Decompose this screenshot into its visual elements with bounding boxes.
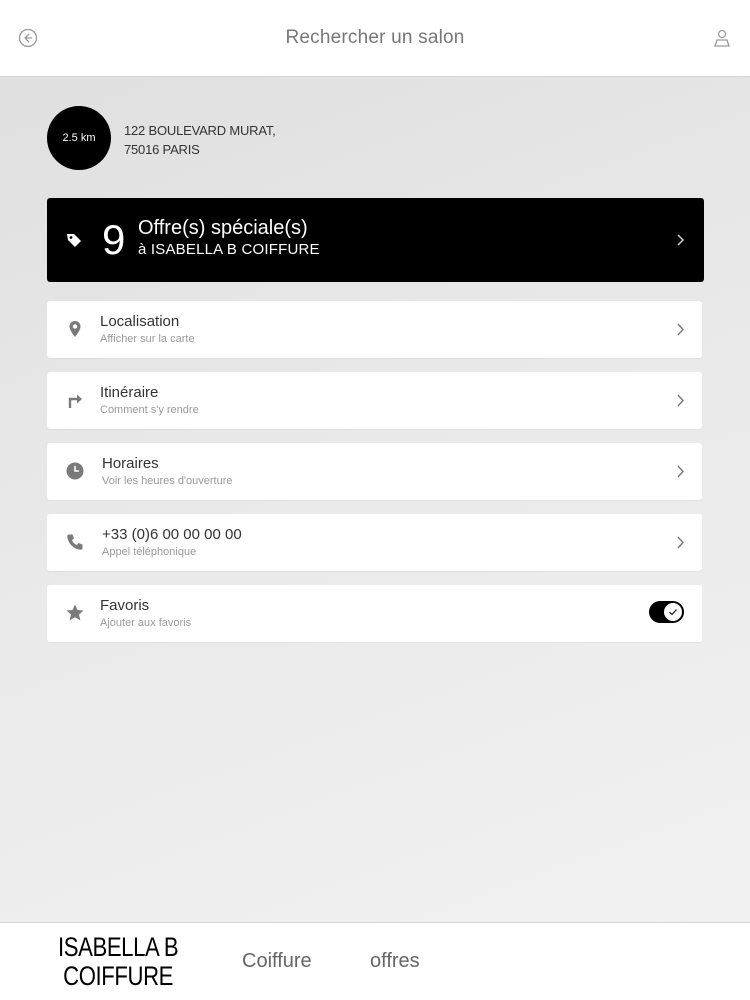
page-title: Rechercher un salon [285, 27, 465, 48]
brand-line-2: COIFFURE [63, 961, 174, 991]
chevron-right-icon [677, 536, 684, 549]
turn-right-arrow-icon [68, 394, 82, 408]
offer-count: 9 [102, 216, 126, 263]
back-button[interactable] [18, 28, 38, 48]
address-line-2: 75016 PARIS [124, 142, 200, 157]
back-arrow-circle-icon [18, 28, 38, 48]
row-sublabel: Afficher sur la carte [100, 333, 195, 345]
location-pin-icon [69, 321, 81, 337]
row-sublabel: Appel téléphonique [102, 546, 197, 558]
row-localisation[interactable]: Localisation Afficher sur la carte [47, 301, 702, 358]
distance-value: 2.5 km [62, 132, 96, 144]
row-phone[interactable]: +33 (0)6 00 00 00 00 Appel téléphonique [47, 514, 702, 571]
profile-button[interactable] [712, 28, 732, 48]
tag-icon [67, 234, 81, 247]
row-horaires[interactable]: Horaires Voir les heures d'ouverture [47, 443, 702, 500]
row-label: Favoris [100, 597, 150, 614]
row-favoris: Favoris Ajouter aux favoris [47, 585, 702, 642]
chevron-right-icon [677, 394, 684, 407]
row-label: Localisation [100, 313, 180, 330]
toggle-knob [664, 603, 682, 621]
tab-coiffure[interactable]: Coiffure [242, 950, 312, 973]
row-sublabel: Voir les heures d'ouverture [102, 475, 233, 487]
brand-line-1: ISABELLA B [58, 932, 179, 962]
row-label: Itinéraire [100, 384, 159, 401]
favorite-toggle[interactable] [649, 601, 684, 623]
row-itineraire[interactable]: Itinéraire Comment s'y rendre [47, 372, 702, 429]
row-label: +33 (0)6 00 00 00 00 [102, 526, 242, 543]
chevron-right-icon [677, 465, 684, 478]
address-line-1: 122 BOULEVARD MURAT, [124, 123, 276, 138]
tab-offres[interactable]: offres [370, 950, 420, 973]
row-sublabel: Comment s'y rendre [100, 404, 199, 416]
row-label: Horaires [102, 455, 159, 472]
star-icon [66, 604, 84, 621]
row-sublabel: Ajouter aux favoris [100, 617, 192, 629]
offer-title: Offre(s) spéciale(s) [138, 217, 308, 239]
salon-address: 122 BOULEVARD MURAT, 75016 PARIS [124, 121, 276, 159]
brand-logo[interactable]: ISABELLA B COIFFURE [58, 932, 179, 991]
check-icon [669, 609, 677, 616]
top-bar: Rechercher un salon [0, 0, 750, 77]
distance-badge: 2.5 km [47, 106, 111, 170]
chevron-right-icon [677, 323, 684, 336]
clock-icon [66, 462, 84, 480]
chevron-right-icon [677, 234, 685, 246]
user-location-icon [714, 29, 730, 47]
phone-icon [67, 534, 83, 550]
offer-subtitle: à ISABELLA B COIFFURE [138, 241, 320, 258]
bottom-bar: ISABELLA B COIFFURE Coiffure offres [0, 922, 750, 1000]
special-offers-button[interactable]: 9 Offre(s) spéciale(s) à ISABELLA B COIF… [47, 198, 704, 282]
